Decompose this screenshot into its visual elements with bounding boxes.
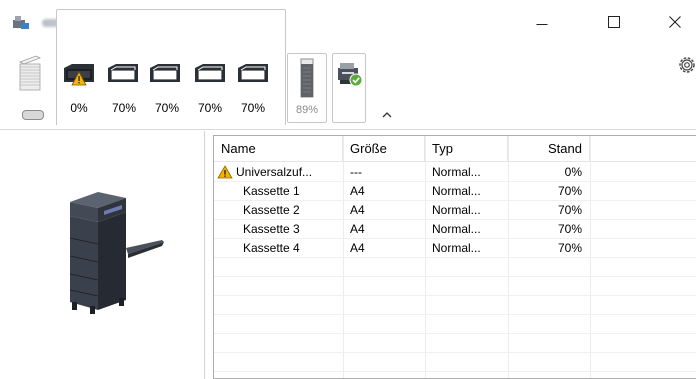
cell-type: Normal... [432, 241, 481, 255]
manual-feed-tray-icon [22, 110, 44, 120]
cell-type: Normal... [432, 222, 481, 236]
cell-name: Kassette 2 [243, 203, 300, 217]
cell-size: A4 [350, 222, 365, 236]
maximize-button[interactable] [594, 10, 634, 34]
table-row[interactable]: Kassette 1 A4 Normal... 70% [214, 182, 696, 201]
table-row-empty [214, 334, 696, 353]
printer-illustration [69, 192, 164, 314]
column-header-size[interactable]: Größe [343, 136, 425, 162]
panel-divider [204, 131, 205, 379]
table-row[interactable]: Kassette 4 A4 Normal... 70% [214, 239, 696, 258]
tray-level-label: 70% [111, 101, 137, 115]
cell-level: 70% [557, 184, 582, 198]
device-image-panel [0, 131, 201, 379]
close-icon [669, 16, 681, 28]
cell-name: Kassette 3 [243, 222, 300, 236]
paper-stack-icon [19, 55, 41, 91]
warning-icon [217, 165, 233, 179]
cell-level: 70% [557, 203, 582, 217]
tray-icon[interactable] [193, 62, 227, 88]
device-ok-icon [338, 63, 363, 87]
cell-type: Normal... [432, 184, 481, 198]
column-header-name[interactable]: Name [214, 136, 343, 162]
cell-size: A4 [350, 203, 365, 217]
cell-level: 70% [557, 222, 582, 236]
minimize-icon [536, 24, 548, 25]
cell-level: 0% [564, 165, 582, 179]
table-row-empty [214, 277, 696, 296]
tray-icon[interactable] [236, 62, 270, 88]
close-button[interactable] [655, 10, 695, 34]
tray-status-table: Name Größe Typ Stand Universalzuf... ---… [213, 135, 696, 379]
tray-icon[interactable] [106, 62, 140, 88]
cell-size: --- [350, 165, 362, 179]
cell-size: A4 [350, 184, 365, 198]
collapse-chevron-icon[interactable] [381, 110, 393, 120]
minimize-button[interactable] [522, 10, 562, 34]
tray-level-label: 0% [70, 101, 88, 115]
column-header-type[interactable]: Typ [425, 136, 508, 162]
tray-icon-warning[interactable] [62, 62, 96, 88]
tray-level-label: 70% [197, 101, 223, 115]
cell-size: A4 [350, 241, 365, 255]
cell-type: Normal... [432, 203, 481, 217]
maximize-icon [608, 16, 620, 28]
table-row[interactable]: Universalzuf... --- Normal... 0% [214, 163, 696, 182]
cell-name: Kassette 1 [243, 184, 300, 198]
tray-icon[interactable] [148, 62, 182, 88]
table-row[interactable]: Kassette 2 A4 Normal... 70% [214, 201, 696, 220]
table-row-empty [214, 353, 696, 372]
table-row-empty [214, 296, 696, 315]
table-row-empty [214, 258, 696, 277]
app-icon [13, 16, 29, 29]
tray-level-label: 70% [154, 101, 180, 115]
cell-type: Normal... [432, 165, 481, 179]
table-row-empty [214, 315, 696, 334]
device-status-panel[interactable] [332, 53, 366, 123]
toner-level-label: 89% [295, 104, 319, 116]
table-header: Name Größe Typ Stand [214, 136, 696, 162]
cell-level: 70% [557, 241, 582, 255]
toner-cartridge-icon [300, 58, 314, 98]
gear-icon[interactable] [676, 54, 696, 76]
table-row[interactable]: Kassette 3 A4 Normal... 70% [214, 220, 696, 239]
cell-name: Universalzuf... [236, 165, 313, 179]
cell-name: Kassette 4 [243, 241, 300, 255]
tray-level-label: 70% [240, 101, 266, 115]
column-header-level[interactable]: Stand [508, 136, 590, 162]
